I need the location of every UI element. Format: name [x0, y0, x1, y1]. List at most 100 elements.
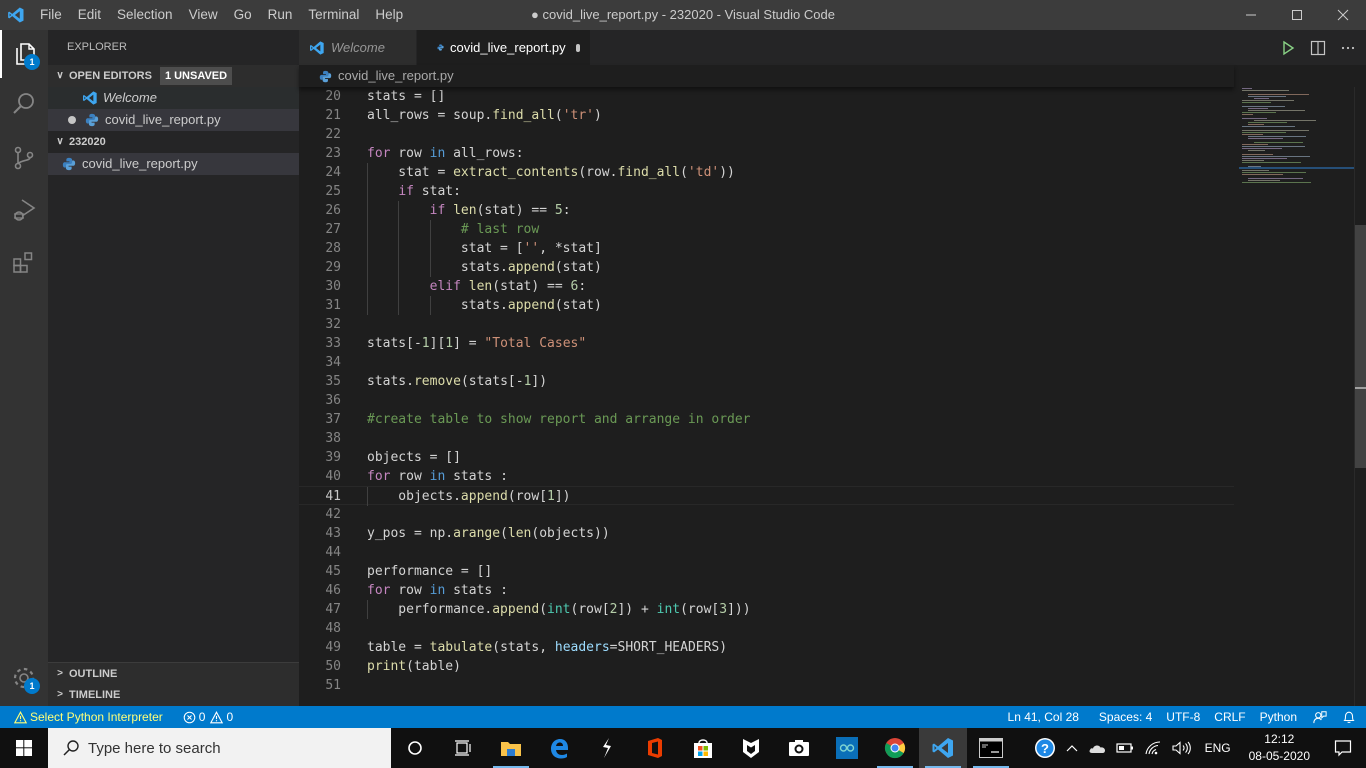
- notifications-button[interactable]: [1336, 710, 1366, 724]
- taskbar-file-explorer[interactable]: [487, 728, 535, 768]
- code-line[interactable]: 35 stats.remove(stats[-1]): [299, 372, 1234, 391]
- open-editors-header[interactable]: ∨ OPEN EDITORS 1 UNSAVED: [48, 65, 299, 87]
- code-line[interactable]: 46 for row in stats :: [299, 581, 1234, 600]
- activity-extensions[interactable]: [0, 238, 48, 286]
- action-center-button[interactable]: [1320, 739, 1366, 757]
- taskbar-chrome[interactable]: [871, 728, 919, 768]
- activity-run-debug[interactable]: [0, 186, 48, 234]
- open-editor-welcome[interactable]: Welcome: [48, 87, 299, 109]
- volume-button[interactable]: [1167, 741, 1197, 755]
- onedrive-button[interactable]: [1083, 742, 1111, 754]
- help-tray-button[interactable]: ?: [1029, 737, 1061, 759]
- show-hidden-icons-button[interactable]: [1061, 743, 1083, 753]
- code-line[interactable]: 26 if len(stat) == 5:: [299, 201, 1234, 220]
- maximize-button[interactable]: [1274, 0, 1320, 30]
- input-language[interactable]: ENG: [1197, 741, 1239, 755]
- unsaved-dot-icon[interactable]: [68, 116, 76, 124]
- breadcrumb[interactable]: covid_live_report.py: [299, 65, 1234, 87]
- code-line[interactable]: 51: [299, 676, 1234, 695]
- code-line[interactable]: 49 table = tabulate(stats, headers=SHORT_…: [299, 638, 1234, 657]
- taskbar-camera[interactable]: [775, 728, 823, 768]
- close-button[interactable]: [1320, 0, 1366, 30]
- more-actions-icon[interactable]: [1340, 40, 1356, 56]
- code-line[interactable]: 39 objects = []: [299, 448, 1234, 467]
- timeline-header[interactable]: > TIMELINE: [48, 684, 299, 706]
- task-view-button[interactable]: [439, 728, 487, 768]
- cursor-position[interactable]: Ln 41, Col 28: [1001, 706, 1086, 728]
- code-line[interactable]: 43 y_pos = np.arange(len(objects)): [299, 524, 1234, 543]
- code-line[interactable]: 25 if stat:: [299, 182, 1234, 201]
- code-line[interactable]: 44: [299, 543, 1234, 562]
- activity-explorer[interactable]: 1: [0, 30, 48, 78]
- menu-terminal[interactable]: Terminal: [300, 0, 367, 30]
- menu-view[interactable]: View: [181, 0, 226, 30]
- code-line[interactable]: 32: [299, 315, 1234, 334]
- taskbar-search-box[interactable]: Type here to search: [48, 728, 391, 768]
- open-editor-covid-live-report[interactable]: covid_live_report.py: [48, 109, 299, 131]
- taskbar-command-prompt[interactable]: [967, 728, 1015, 768]
- unsaved-dot-icon[interactable]: [575, 43, 580, 52]
- cortana-button[interactable]: [391, 728, 439, 768]
- tab-welcome[interactable]: Welcome: [299, 30, 417, 65]
- run-python-file-icon[interactable]: [1280, 40, 1296, 56]
- code-line[interactable]: 28 stat = ['', *stat]: [299, 239, 1234, 258]
- start-button[interactable]: [0, 728, 48, 768]
- wifi-button[interactable]: [1139, 741, 1167, 755]
- code-line[interactable]: 45 performance = []: [299, 562, 1234, 581]
- code-line[interactable]: 50 print(table): [299, 657, 1234, 676]
- code-line[interactable]: 36: [299, 391, 1234, 410]
- taskbar-office[interactable]: [631, 728, 679, 768]
- clock[interactable]: 12:12 08-05-2020: [1239, 731, 1320, 765]
- code-line[interactable]: 22: [299, 125, 1234, 144]
- code-line[interactable]: 27 # last row: [299, 220, 1234, 239]
- menu-file[interactable]: File: [32, 0, 70, 30]
- scrollbar-thumb[interactable]: [1355, 225, 1366, 468]
- taskbar-vscode[interactable]: [919, 728, 967, 768]
- minimize-button[interactable]: [1228, 0, 1274, 30]
- menu-help[interactable]: Help: [367, 0, 411, 30]
- code-line[interactable]: 37 #create table to show report and arran…: [299, 410, 1234, 429]
- code-line[interactable]: 47 performance.append(int(row[2]) + int(…: [299, 600, 1234, 619]
- outline-header[interactable]: > OUTLINE: [48, 662, 299, 684]
- menu-run[interactable]: Run: [260, 0, 301, 30]
- vertical-scrollbar[interactable]: [1354, 87, 1366, 706]
- indentation[interactable]: Spaces: 4: [1092, 706, 1159, 728]
- code-line[interactable]: 38: [299, 429, 1234, 448]
- feedback-button[interactable]: [1304, 710, 1336, 724]
- code-line[interactable]: 42: [299, 505, 1234, 524]
- menu-selection[interactable]: Selection: [109, 0, 181, 30]
- tab-covid-live-report[interactable]: covid_live_report.py: [417, 30, 591, 65]
- activity-source-control[interactable]: [0, 134, 48, 182]
- code-line[interactable]: 24 stat = extract_contents(row.find_all(…: [299, 163, 1234, 182]
- taskbar-arduino[interactable]: [823, 728, 871, 768]
- problems-button[interactable]: 0 0: [176, 706, 240, 728]
- menu-go[interactable]: Go: [226, 0, 260, 30]
- activity-search[interactable]: [0, 80, 48, 128]
- code-line[interactable]: 40 for row in stats :: [299, 467, 1234, 486]
- code-line[interactable]: 20 stats = []: [299, 87, 1234, 106]
- code-line[interactable]: 48: [299, 619, 1234, 638]
- code-line[interactable]: 41 objects.append(row[1]): [299, 486, 1234, 506]
- taskbar-edge[interactable]: [535, 728, 583, 768]
- taskbar-mcafee[interactable]: [727, 728, 775, 768]
- taskbar-app-winamp[interactable]: [583, 728, 631, 768]
- minimap[interactable]: [1239, 87, 1354, 187]
- end-of-line[interactable]: CRLF: [1207, 706, 1252, 728]
- code-line[interactable]: 31 stats.append(stat): [299, 296, 1234, 315]
- code-line[interactable]: 29 stats.append(stat): [299, 258, 1234, 277]
- code-line[interactable]: 34: [299, 353, 1234, 372]
- folder-header[interactable]: ∨ 232020: [48, 131, 299, 153]
- code-line[interactable]: 21 all_rows = soup.find_all('tr'): [299, 106, 1234, 125]
- split-editor-icon[interactable]: [1310, 40, 1326, 56]
- activity-manage[interactable]: 1: [0, 654, 48, 702]
- code-line[interactable]: 30 elif len(stat) == 6:: [299, 277, 1234, 296]
- code-line[interactable]: 23 for row in all_rows:: [299, 144, 1234, 163]
- select-interpreter-button[interactable]: Select Python Interpreter: [0, 706, 170, 728]
- code-line[interactable]: 33 stats[-1][1] = "Total Cases": [299, 334, 1234, 353]
- taskbar-store[interactable]: [679, 728, 727, 768]
- file-covid-live-report[interactable]: covid_live_report.py: [48, 153, 299, 175]
- menu-edit[interactable]: Edit: [70, 0, 109, 30]
- battery-button[interactable]: [1111, 742, 1139, 754]
- language-mode[interactable]: Python: [1253, 706, 1304, 728]
- encoding[interactable]: UTF-8: [1159, 706, 1207, 728]
